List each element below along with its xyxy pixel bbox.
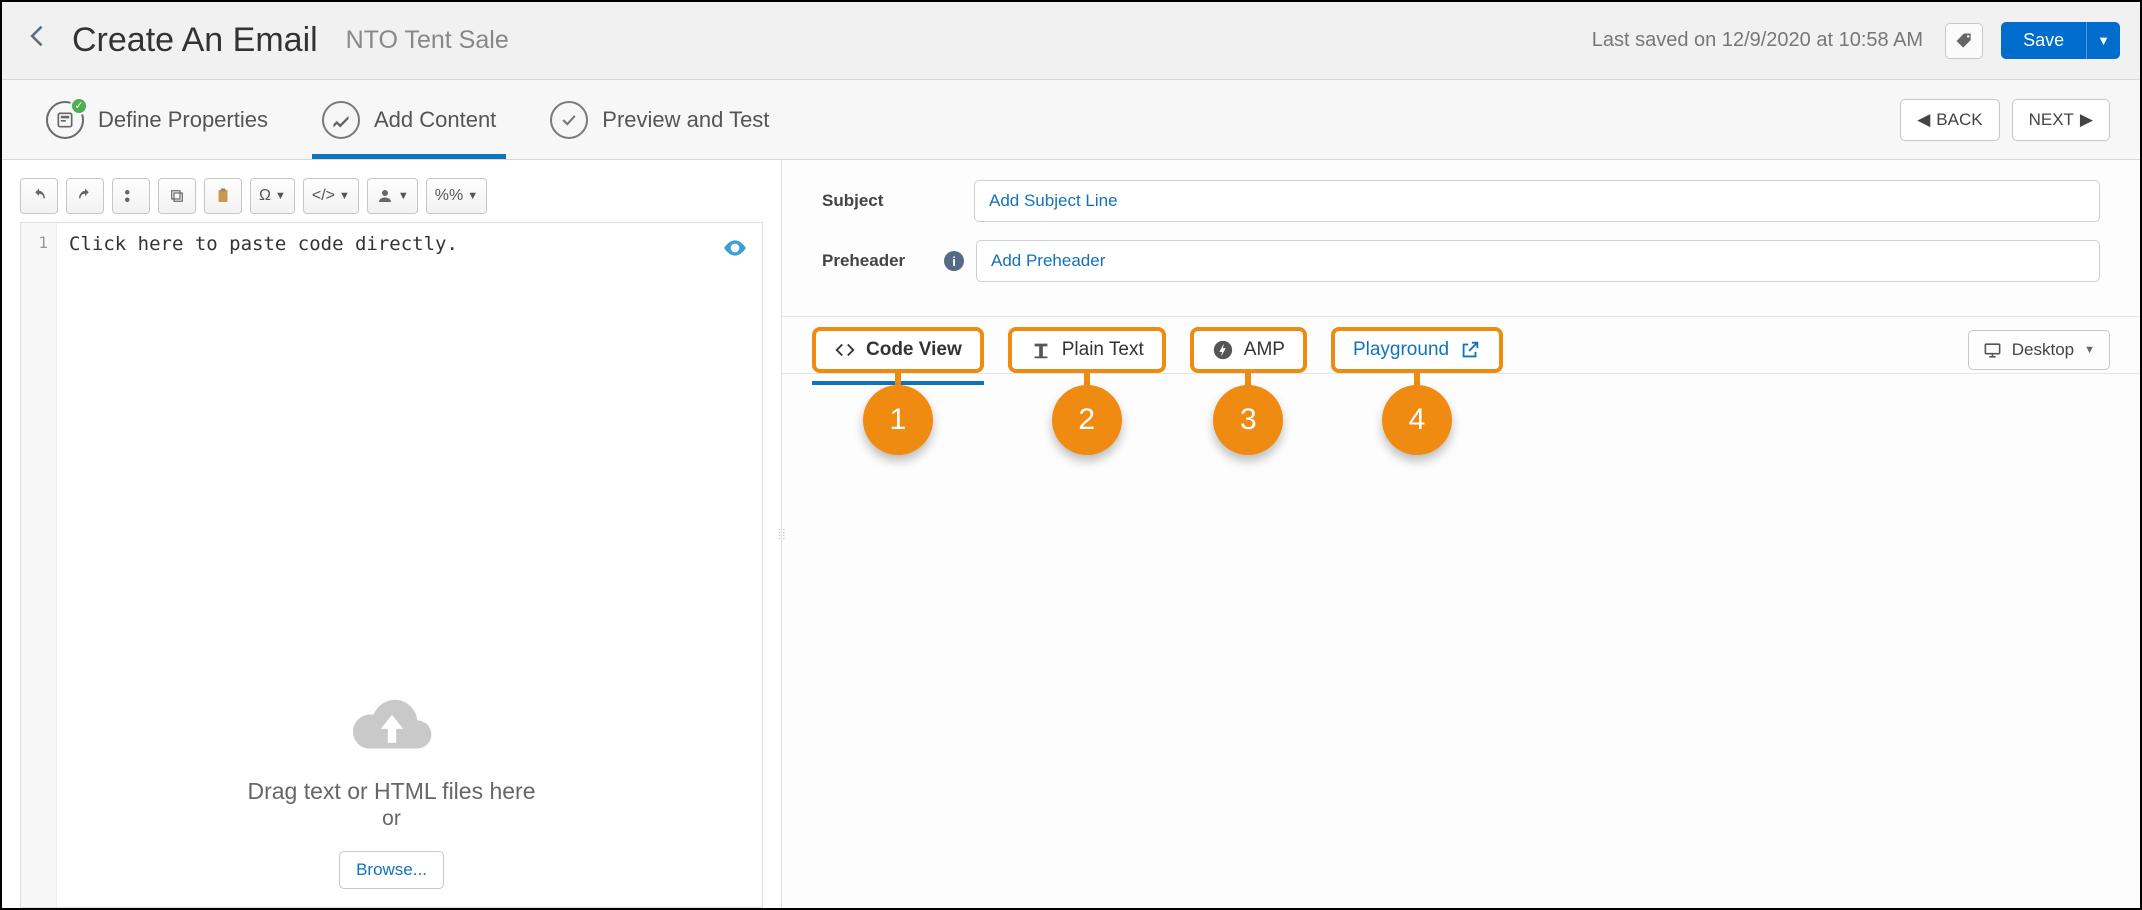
tab-label: Plain Text <box>1062 339 1144 361</box>
desktop-icon <box>1983 341 2002 360</box>
code-icon <box>834 339 856 361</box>
splitter-handle[interactable]: ⦙⦙ <box>778 504 786 564</box>
tag-button[interactable] <box>1945 23 1983 59</box>
preheader-input[interactable] <box>976 240 2100 282</box>
page-title: Create An Email <box>72 21 318 60</box>
percent-icon: %% <box>435 187 463 205</box>
eye-icon <box>722 235 748 261</box>
add-content-icon <box>322 101 360 139</box>
wizard-label: Preview and Test <box>602 107 769 133</box>
viewport-selector[interactable]: Desktop ▼ <box>1968 330 2110 370</box>
browse-button[interactable]: Browse... <box>339 851 444 889</box>
next-label: NEXT <box>2029 110 2074 130</box>
external-link-icon <box>1459 339 1481 361</box>
wizard-step-preview-and-test[interactable]: Preview and Test <box>546 83 773 157</box>
personalization-button[interactable]: ▼ <box>367 178 418 214</box>
tab-code-view[interactable]: Code View <box>812 327 984 373</box>
page-subtitle: NTO Tent Sale <box>346 26 509 55</box>
copy-icon <box>168 187 186 205</box>
line-gutter: 1 <box>21 223 57 907</box>
chevron-down-icon: ▼ <box>2084 344 2095 356</box>
preview-toggle-button[interactable] <box>722 235 748 264</box>
checkmark-badge-icon: ✓ <box>70 97 88 115</box>
info-icon[interactable]: i <box>944 251 964 271</box>
tab-plain-text[interactable]: Plain Text <box>1008 327 1166 373</box>
tab-playground[interactable]: Playground <box>1331 327 1503 373</box>
viewport-label: Desktop <box>2012 340 2074 360</box>
annotation-bubble-1: 1 <box>863 385 933 455</box>
amp-icon <box>1212 339 1234 361</box>
chevron-down-icon: ▼ <box>398 190 409 202</box>
chevron-down-icon: ▼ <box>467 190 478 202</box>
undo-icon <box>30 187 48 205</box>
code-icon: </> <box>312 187 335 205</box>
next-button[interactable]: NEXT ▶ <box>2012 99 2110 141</box>
preview-test-icon <box>550 101 588 139</box>
redo-button[interactable] <box>66 178 104 214</box>
tab-label: AMP <box>1244 339 1285 361</box>
chevron-down-icon: ▼ <box>275 190 286 202</box>
back-label: BACK <box>1936 110 1982 130</box>
tag-icon <box>1954 31 1974 51</box>
last-saved-text: Last saved on 12/9/2020 at 10:58 AM <box>1592 29 1923 52</box>
scissors-icon <box>122 187 140 205</box>
cloud-upload-icon <box>247 691 535 764</box>
annotation-bubble-3: 3 <box>1213 385 1283 455</box>
tab-label: Code View <box>866 339 962 361</box>
paste-icon <box>214 187 232 205</box>
wizard-label: Define Properties <box>98 107 268 133</box>
code-snippet-button[interactable]: </> ▼ <box>303 178 359 214</box>
special-char-button[interactable]: Ω▼ <box>250 178 295 214</box>
undo-button[interactable] <box>20 178 58 214</box>
wizard-step-add-content[interactable]: Add Content <box>318 83 500 157</box>
tab-label: Playground <box>1353 339 1449 361</box>
redo-icon <box>76 187 94 205</box>
wizard-step-define-properties[interactable]: ✓ Define Properties <box>42 83 272 157</box>
dropzone[interactable]: Drag text or HTML files here or Browse..… <box>247 691 535 889</box>
chevron-right-icon: ▶ <box>2080 110 2093 130</box>
back-chevron-icon[interactable] <box>12 16 64 66</box>
save-button[interactable]: Save <box>2001 22 2086 59</box>
chevron-left-icon: ◀ <box>1917 110 1930 130</box>
drop-text: Drag text or HTML files here <box>247 778 535 805</box>
preheader-label: Preheader <box>822 251 905 271</box>
define-properties-icon: ✓ <box>46 101 84 139</box>
cut-button[interactable] <box>112 178 150 214</box>
tab-amp[interactable]: AMP <box>1190 327 1307 373</box>
annotation-bubble-4: 4 <box>1382 385 1452 455</box>
chevron-down-icon: ▼ <box>339 190 350 202</box>
paste-button[interactable] <box>204 178 242 214</box>
save-dropdown-button[interactable]: ▼ <box>2086 22 2120 59</box>
subject-label: Subject <box>822 191 974 211</box>
back-button[interactable]: ◀ BACK <box>1900 99 1999 141</box>
percent-button[interactable]: %% ▼ <box>426 178 487 214</box>
line-number: 1 <box>21 233 48 252</box>
copy-button[interactable] <box>158 178 196 214</box>
annotation-bubble-2: 2 <box>1052 385 1122 455</box>
text-icon <box>1030 339 1052 361</box>
person-icon <box>376 187 394 205</box>
wizard-label: Add Content <box>374 107 496 133</box>
code-editor[interactable]: 1 Click here to paste code directly. Dra… <box>20 222 763 908</box>
subject-input[interactable] <box>974 180 2100 222</box>
omega-icon: Ω <box>259 187 271 205</box>
drop-or-text: or <box>247 807 535 831</box>
